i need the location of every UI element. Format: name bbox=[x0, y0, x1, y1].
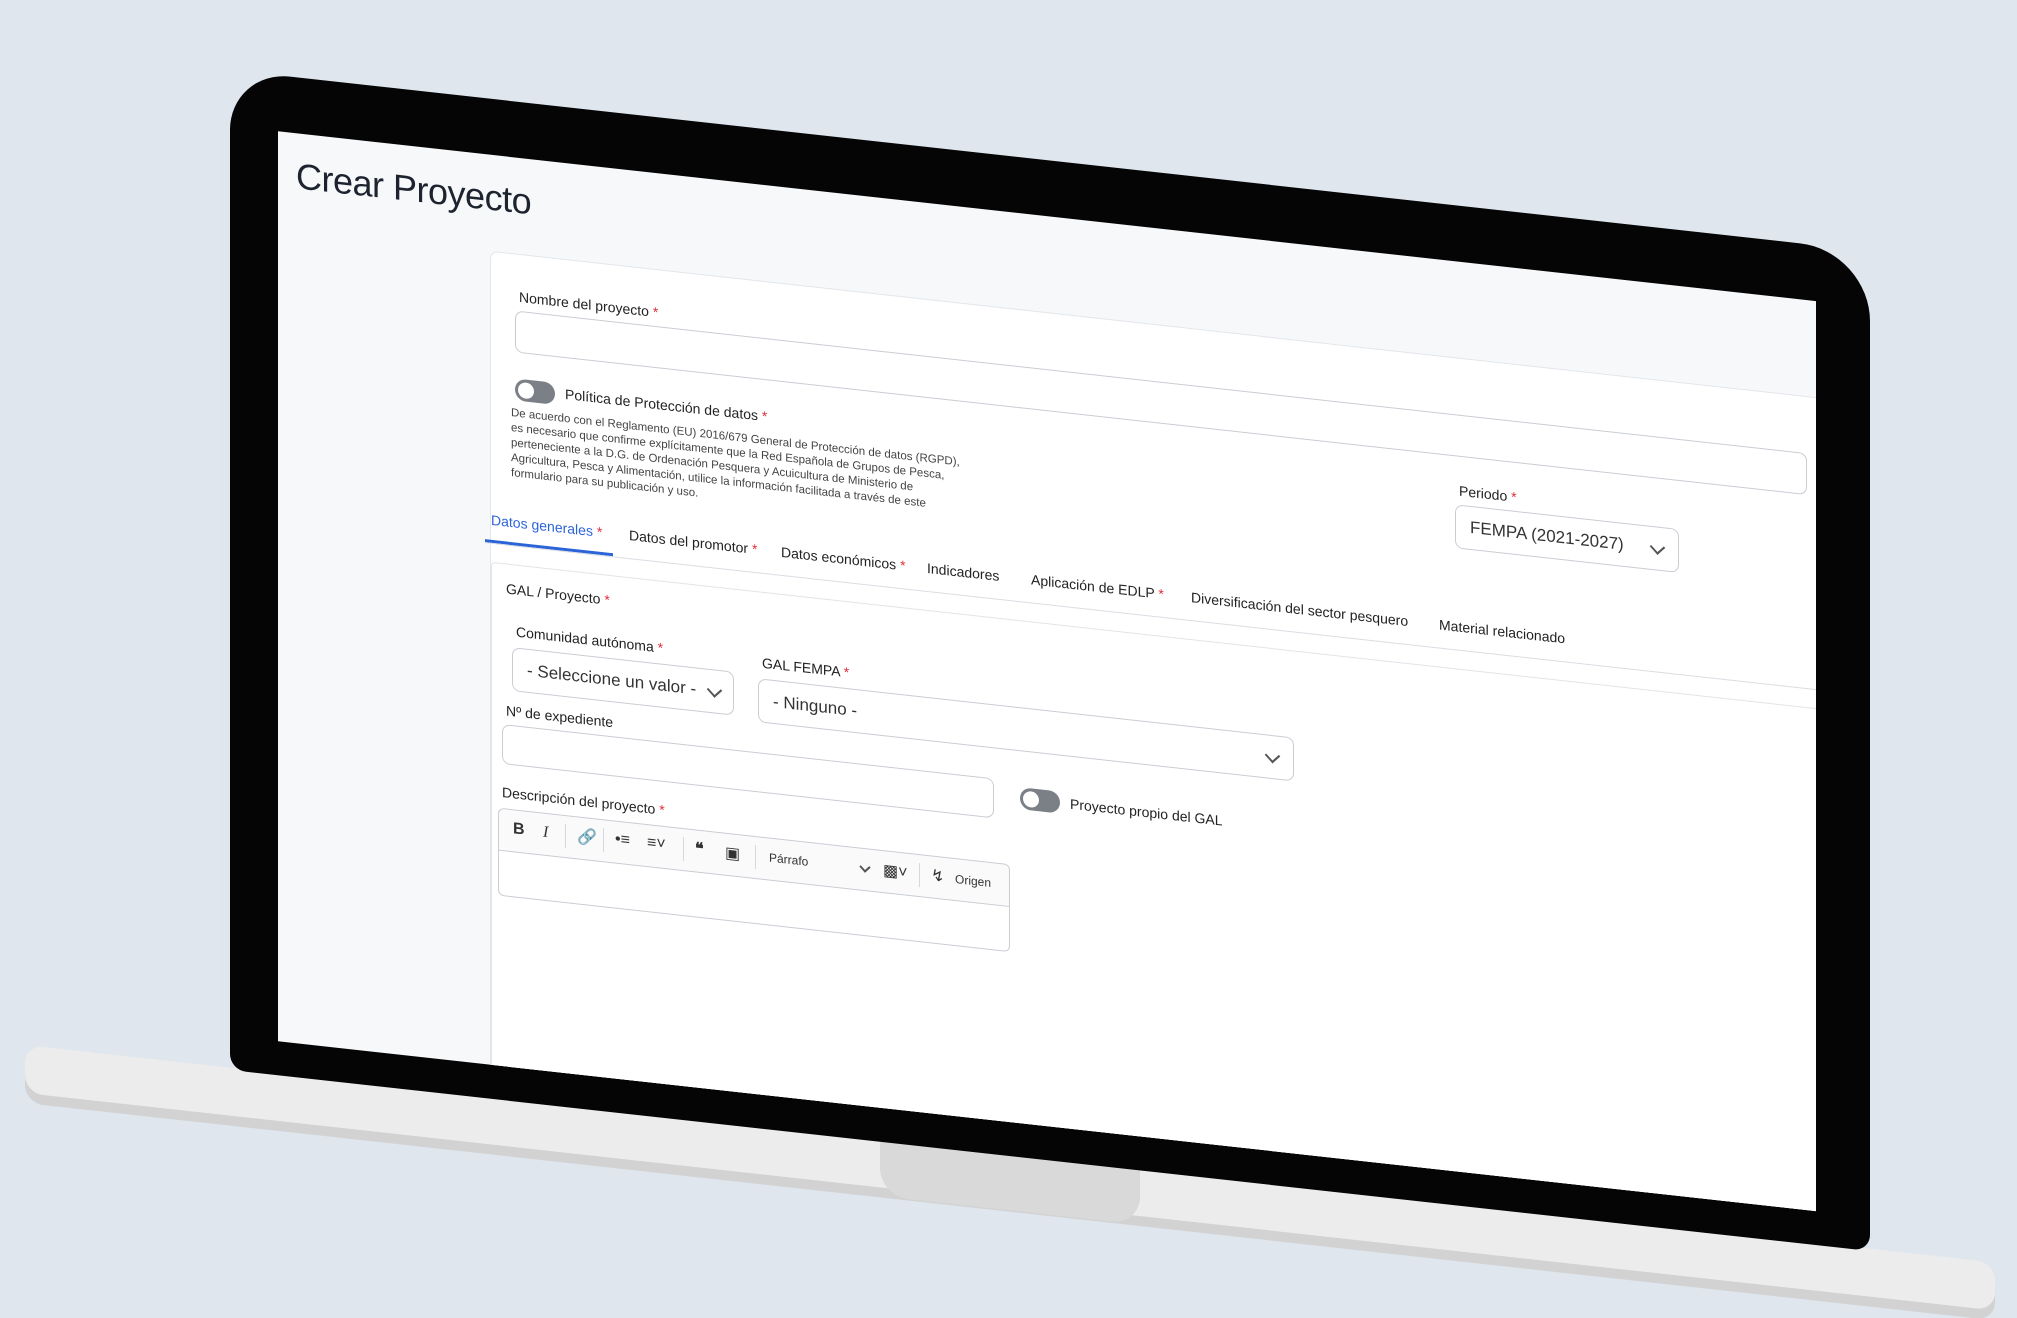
source-button[interactable]: Origen bbox=[955, 872, 991, 890]
tab-datos-promotor[interactable]: Datos del promotor * bbox=[629, 527, 757, 557]
bold-button[interactable]: B bbox=[513, 820, 525, 839]
link-icon[interactable]: 🔗 bbox=[577, 826, 597, 848]
ccaa-select[interactable]: - Seleccione un valor - bbox=[512, 647, 734, 716]
privacy-text: De acuerdo con el Reglamento (EU) 2016/6… bbox=[511, 407, 960, 510]
toolbar-separator bbox=[565, 823, 566, 849]
own-project-label: Proyecto propio del GAL bbox=[1070, 795, 1223, 829]
toolbar-separator bbox=[603, 828, 604, 853]
toolbar-separator bbox=[755, 844, 756, 870]
project-form-card: Nombre del proyecto * Política de Protec… bbox=[485, 250, 1816, 1212]
period-select[interactable]: FEMPA (2021-2027) bbox=[1455, 504, 1679, 573]
privacy-toggle[interactable] bbox=[515, 378, 555, 405]
page-title: Crear Proyecto bbox=[296, 155, 532, 223]
chevron-down-icon bbox=[859, 861, 871, 873]
toolbar-separator bbox=[919, 863, 920, 888]
period-label: Periodo * bbox=[1459, 482, 1517, 506]
laptop-screen: Crear Proyecto Nombre del proyecto * Pol… bbox=[278, 131, 1816, 1212]
tab-indicadores[interactable]: Indicadores bbox=[927, 560, 999, 584]
chevron-down-icon bbox=[706, 682, 723, 698]
chevron-down-icon bbox=[1649, 539, 1666, 555]
paragraph-format-select[interactable]: Párrafo bbox=[769, 851, 808, 869]
numbered-list-icon[interactable]: ≡˅ bbox=[647, 834, 666, 854]
tab-material-relacionado[interactable]: Material relacionado bbox=[1439, 616, 1565, 646]
ccaa-select-value: - Seleccione un valor - bbox=[527, 660, 697, 699]
tab-datos-generales[interactable]: Datos generales * bbox=[491, 512, 602, 540]
laptop-mockup: Crear Proyecto Nombre del proyecto * Pol… bbox=[0, 0, 2017, 1318]
toolbar-separator bbox=[683, 837, 684, 862]
section-gal-proyecto: GAL / Proyecto * bbox=[506, 580, 610, 608]
italic-button[interactable]: I bbox=[543, 824, 548, 843]
image-icon[interactable]: ▣ bbox=[725, 843, 740, 865]
period-select-value: FEMPA (2021-2027) bbox=[1470, 517, 1624, 554]
chevron-down-icon bbox=[1264, 747, 1281, 764]
bulleted-list-icon[interactable]: •≡ bbox=[615, 831, 630, 851]
gal-label: GAL FEMPA * bbox=[762, 654, 850, 681]
tab-aplicacion-edlp[interactable]: Aplicación de EDLP * bbox=[1031, 571, 1164, 602]
media-embed-icon[interactable]: ▩˅ bbox=[883, 860, 907, 883]
blockquote-icon[interactable]: ❝ bbox=[695, 838, 704, 859]
laptop-lid: Crear Proyecto Nombre del proyecto * Pol… bbox=[230, 70, 1870, 1252]
gal-select-value: - Ninguno - bbox=[773, 691, 858, 721]
source-icon[interactable]: ↯ bbox=[931, 865, 944, 886]
own-project-toggle[interactable] bbox=[1020, 787, 1060, 814]
tab-datos-economicos[interactable]: Datos económicos * bbox=[781, 544, 906, 574]
